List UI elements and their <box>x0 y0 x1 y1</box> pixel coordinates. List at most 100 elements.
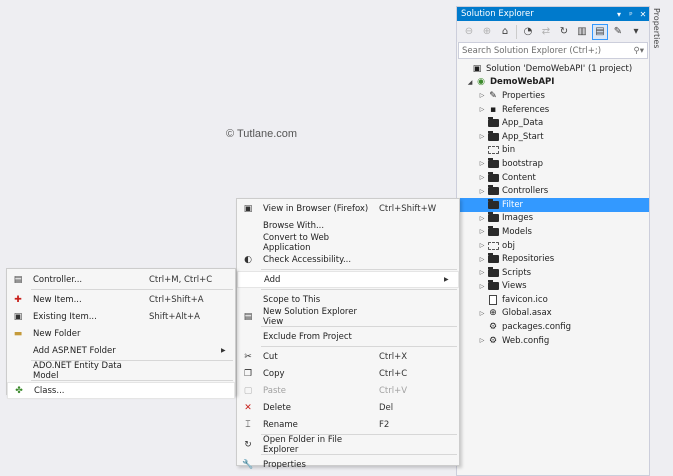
tree-item-label: App_Start <box>502 131 544 142</box>
properties-wrench-icon[interactable]: ✎ <box>610 24 626 40</box>
search-icon[interactable]: ⚲▾ <box>634 46 645 56</box>
folder-icon <box>487 117 499 128</box>
expand-arrow-icon[interactable]: ▷ <box>477 215 487 222</box>
tree-item-content[interactable]: ▷ Content <box>457 171 649 185</box>
menu-item-existing-item[interactable]: ▣ Existing Item... Shift+Alt+A <box>7 308 235 325</box>
tree-item-references[interactable]: ▷ ▪ References <box>457 103 649 117</box>
properties-tab-label[interactable]: Properties <box>652 8 661 48</box>
expand-arrow-icon[interactable]: ▷ <box>477 283 487 290</box>
menu-item-label: Properties <box>263 459 306 470</box>
expand-arrow-icon[interactable]: ▷ <box>477 106 487 113</box>
window-position-dropdown-icon[interactable]: ▾ <box>613 10 625 19</box>
expand-arrow-icon[interactable]: ▷ <box>477 92 487 99</box>
expand-arrow-icon[interactable]: ▷ <box>477 133 487 140</box>
menu-item-open-folder-in-file-explorer[interactable]: ↻ Open Folder in File Explorer <box>237 435 459 455</box>
expand-arrow-icon[interactable]: ▷ <box>477 160 487 167</box>
tree-item-label: bootstrap <box>502 158 543 169</box>
tree-item-bootstrap[interactable]: ▷ bootstrap <box>457 157 649 171</box>
menu-separator <box>261 289 457 290</box>
menu-item-new-folder[interactable]: ▬ New Folder <box>7 325 235 342</box>
menu-item-new-solution-explorer-view[interactable]: ▤ New Solution Explorer View <box>237 306 459 327</box>
tree-item-demowebapi[interactable]: ◢ ◉ DemoWebAPI <box>457 76 649 90</box>
collapse-all-icon[interactable]: ▥ <box>574 24 590 40</box>
menu-item-class[interactable]: ✤ Class... <box>7 382 235 399</box>
menu-item-new-item[interactable]: ✚ New Item... Ctrl+Shift+A <box>7 291 235 308</box>
menu-item-add[interactable]: Add ▶ <box>237 271 459 288</box>
solution-explorer-titlebar: Solution Explorer ▾ ᵖ ✕ <box>457 7 649 21</box>
menu-item-check-accessibility[interactable]: ◐ Check Accessibility... <box>237 251 459 268</box>
expand-arrow-icon[interactable]: ▷ <box>477 256 487 263</box>
menu-item-label: New Solution Explorer View <box>263 306 357 327</box>
menu-item-copy[interactable]: ❐ Copy Ctrl+C <box>237 365 459 382</box>
config-icon: ⚙ <box>488 335 498 346</box>
expand-arrow-icon[interactable]: ▷ <box>477 337 487 344</box>
solution-explorer-search[interactable]: Search Solution Explorer (Ctrl+;) ⚲▾ <box>458 42 648 59</box>
menu-item-label: Scope to This <box>263 294 321 305</box>
menu-item-label: Delete <box>263 402 291 413</box>
home-icon[interactable]: ⌂ <box>497 24 513 40</box>
back-icon[interactable]: ⊖ <box>461 24 477 40</box>
tree-item-web-config[interactable]: ▷ ⚙ Web.config <box>457 334 649 348</box>
tree-item-views[interactable]: ▷ Views <box>457 280 649 294</box>
menu-item-rename[interactable]: ⌶ Rename F2 <box>237 416 459 433</box>
menu-item-cut[interactable]: ✂ Cut Ctrl+X <box>237 348 459 365</box>
tree-item-label: Web.config <box>502 335 550 346</box>
expand-arrow-icon[interactable]: ◢ <box>465 79 475 86</box>
menu-item-shortcut: F2 <box>379 419 390 430</box>
menu-item-convert-to-web-application[interactable]: Convert to Web Application <box>237 233 459 253</box>
tree-item-packages-config[interactable]: ⚙ packages.config <box>457 320 649 334</box>
properties-side-tab[interactable]: Properties <box>650 6 664 476</box>
tree-item-models[interactable]: ▷ Models <box>457 225 649 239</box>
expand-arrow-icon[interactable]: ▷ <box>477 242 487 249</box>
refresh-icon[interactable]: ↻ <box>556 24 572 40</box>
tree-item-filter[interactable]: Filter <box>457 197 649 212</box>
new-view-icon: ▤ <box>243 311 253 322</box>
menu-item-ado-net-entity-data-model[interactable]: ADO.NET Entity Data Model <box>7 360 235 381</box>
menu-item-paste: ▢ Paste Ctrl+V <box>237 382 459 399</box>
sync-icon[interactable]: ⇄ <box>538 24 554 40</box>
tree-item-app-data[interactable]: App_Data <box>457 116 649 130</box>
menu-item-label: Controller... <box>33 274 83 285</box>
tree-item-label: Images <box>502 213 534 224</box>
tree-item-label: Filter <box>502 199 524 210</box>
menu-item-properties[interactable]: 🔧 Properties <box>237 456 459 473</box>
menu-item-delete[interactable]: ✕ Delete Del <box>237 399 459 416</box>
tree-item-properties[interactable]: ▷ ✎ Properties <box>457 89 649 103</box>
menu-item-add-asp-net-folder[interactable]: Add ASP.NET Folder ▶ <box>7 342 235 359</box>
tree-item-favicon-ico[interactable]: favicon.ico <box>457 293 649 307</box>
tree-item-repositories[interactable]: ▷ Repositories <box>457 252 649 266</box>
close-icon[interactable]: ✕ <box>637 10 649 19</box>
wrench-icon: ✎ <box>489 90 497 101</box>
open-folder-icon: ↻ <box>244 439 252 450</box>
tree-item-label: packages.config <box>502 322 572 333</box>
more-options-icon[interactable]: ▾ <box>628 24 644 40</box>
menu-item-exclude-from-project[interactable]: Exclude From Project <box>237 328 459 345</box>
show-all-files-icon[interactable]: ▤ <box>592 23 608 40</box>
tree-item-app-start[interactable]: ▷ App_Start <box>457 130 649 144</box>
expand-arrow-icon[interactable]: ▷ <box>477 310 487 317</box>
forward-icon[interactable]: ⊕ <box>479 24 495 40</box>
web-project-icon: ◉ <box>477 77 485 88</box>
tree-item-bin[interactable]: bin <box>457 144 649 158</box>
tree-item-scripts[interactable]: ▷ Scripts <box>457 266 649 280</box>
tree-item-solution-demowebapi-1-project[interactable]: ▣ Solution 'DemoWebAPI' (1 project) <box>457 62 649 76</box>
config-icon: ⚙ <box>488 322 498 333</box>
expand-arrow-icon[interactable]: ▷ <box>477 188 487 195</box>
expand-arrow-icon[interactable]: ▷ <box>477 174 487 181</box>
menu-item-view-in-browser-firefox[interactable]: ▣ View in Browser (Firefox) Ctrl+Shift+W <box>237 200 459 217</box>
expand-arrow-icon[interactable]: ▷ <box>477 269 487 276</box>
folder-icon <box>487 198 499 210</box>
menu-item-controller[interactable]: ▤ Controller... Ctrl+M, Ctrl+C <box>7 271 235 288</box>
tree-item-obj[interactable]: ▷ obj <box>457 239 649 253</box>
tree-item-images[interactable]: ▷ Images <box>457 212 649 226</box>
search-input[interactable]: Search Solution Explorer (Ctrl+;) <box>462 46 634 56</box>
pin-icon[interactable]: ᵖ <box>625 10 637 19</box>
menu-item-scope-to-this[interactable]: Scope to This <box>237 291 459 308</box>
menu-item-label: ADO.NET Entity Data Model <box>33 360 122 381</box>
menu-item-browse-with[interactable]: Browse With... <box>237 217 459 234</box>
expand-arrow-icon[interactable]: ▷ <box>477 228 487 235</box>
tree-item-controllers[interactable]: ▷ Controllers <box>457 184 649 198</box>
tree-item-global-asax[interactable]: ▷ ⊕ Global.asax <box>457 307 649 321</box>
pending-changes-filter-icon[interactable]: ◔ <box>520 24 536 40</box>
menu-item-label: Existing Item... <box>33 311 97 322</box>
